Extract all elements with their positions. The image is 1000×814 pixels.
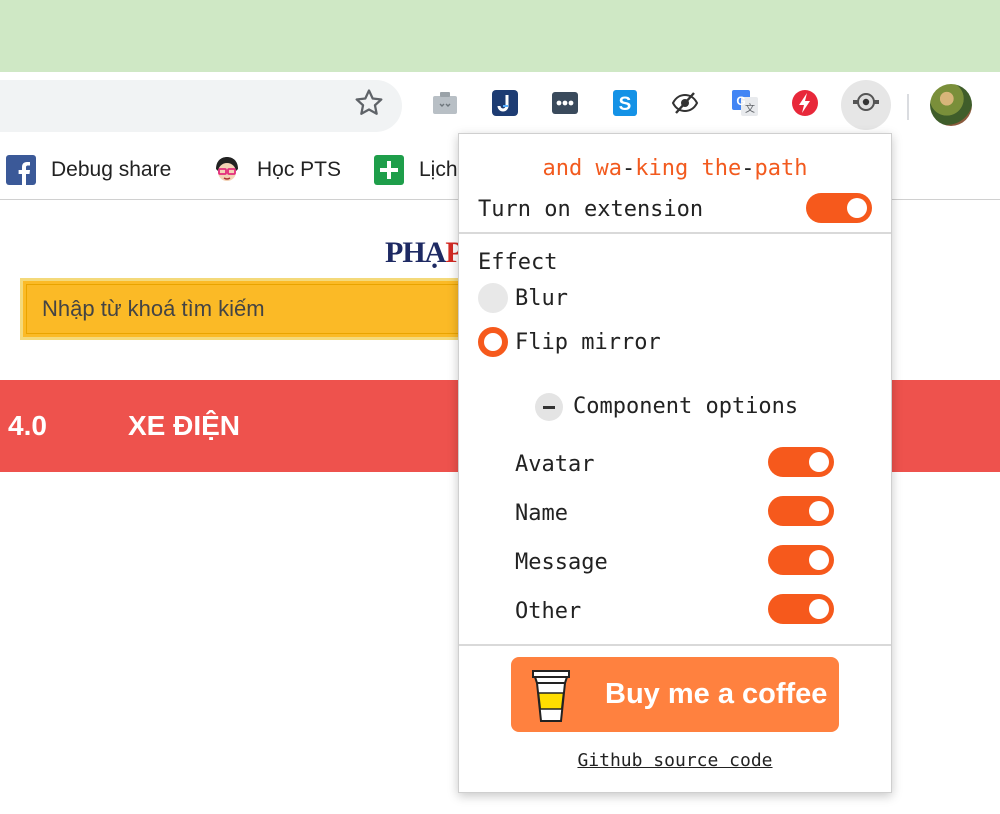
bookmark-label: Học PTS	[257, 158, 342, 181]
toolbar-separator	[907, 94, 909, 120]
title-separator: -	[741, 156, 755, 181]
popup-divider	[459, 644, 891, 646]
extension-eye-slash-icon[interactable]	[670, 88, 700, 118]
name-toggle[interactable]	[768, 496, 834, 526]
popup-title: and wa-king the-path	[459, 156, 891, 181]
other-toggle[interactable]	[768, 594, 834, 624]
title-separator: -	[622, 156, 636, 181]
bookmark-debug-share[interactable]: Debug share	[6, 152, 171, 188]
coffee-cup-icon	[529, 667, 573, 723]
bookmark-lich[interactable]: Lịch	[374, 152, 458, 188]
title-part: path	[754, 156, 808, 181]
avatar-toggle[interactable]	[768, 447, 834, 477]
extension-popup: and wa-king the-path Turn on extension E…	[458, 133, 892, 793]
collapse-minus-icon[interactable]	[535, 393, 563, 421]
extension-lightning-icon[interactable]	[790, 88, 820, 118]
title-part: and wa	[542, 156, 623, 181]
buy-me-a-coffee-button[interactable]: Buy me a coffee	[511, 657, 839, 732]
site-search-box[interactable]: Nhập từ khoá tìm kiếm	[20, 278, 490, 340]
address-bar[interactable]	[0, 80, 402, 132]
message-toggle[interactable]	[768, 545, 834, 575]
github-source-link[interactable]: Github source code	[459, 750, 891, 771]
logo-text: PHẠ	[385, 236, 446, 269]
extension-dots-icon[interactable]	[550, 88, 580, 118]
facebook-icon	[6, 155, 36, 185]
nav-item-xe-dien[interactable]: XE ĐIỆN	[128, 410, 240, 442]
bookmark-label: Lịch	[419, 158, 458, 181]
flip-mirror-label[interactable]: Flip mirror	[515, 330, 661, 355]
profile-avatar[interactable]	[930, 84, 972, 126]
search-placeholder: Nhập từ khoá tìm kiếm	[42, 296, 265, 321]
window-titlebar	[0, 0, 1000, 72]
turn-on-extension-toggle[interactable]	[806, 193, 872, 223]
avatar-option-label: Avatar	[515, 452, 595, 477]
other-option-label: Other	[515, 599, 582, 624]
nav-item-4-0[interactable]: 4.0	[8, 410, 47, 442]
bookmark-hoc-pts[interactable]: Học PTS	[212, 152, 341, 188]
extension-s-icon[interactable]: S	[610, 88, 640, 118]
site-logo[interactable]: PHẠP	[385, 236, 464, 270]
popup-divider	[459, 232, 891, 234]
flip-mirror-radio[interactable]	[478, 327, 508, 357]
turn-on-extension-label: Turn on extension	[478, 197, 704, 222]
cartoon-face-icon	[212, 155, 242, 185]
extension-j-icon[interactable]	[490, 88, 520, 118]
extension-toolbox-icon[interactable]	[430, 88, 460, 118]
bookmark-label: Debug share	[51, 158, 172, 181]
extension-translate-icon[interactable]: G文	[730, 88, 760, 118]
svg-text:文: 文	[745, 102, 755, 115]
buy-me-a-coffee-label: Buy me a coffee	[605, 678, 828, 710]
extension-minion-icon[interactable]	[851, 88, 881, 118]
browser-toolbar: S G文	[0, 72, 1000, 142]
effect-heading: Effect	[478, 250, 558, 275]
name-option-label: Name	[515, 501, 568, 526]
site-search-input[interactable]: Nhập từ khoá tìm kiếm	[26, 284, 484, 334]
message-option-label: Message	[515, 550, 608, 575]
component-options-heading[interactable]: Component options	[573, 394, 798, 419]
blur-radio[interactable]	[478, 283, 508, 313]
title-part: king the	[635, 156, 742, 181]
svg-text:S: S	[619, 94, 632, 115]
calendar-plus-icon	[374, 155, 404, 185]
blur-label[interactable]: Blur	[515, 286, 568, 311]
bookmark-star-icon[interactable]	[352, 86, 386, 120]
